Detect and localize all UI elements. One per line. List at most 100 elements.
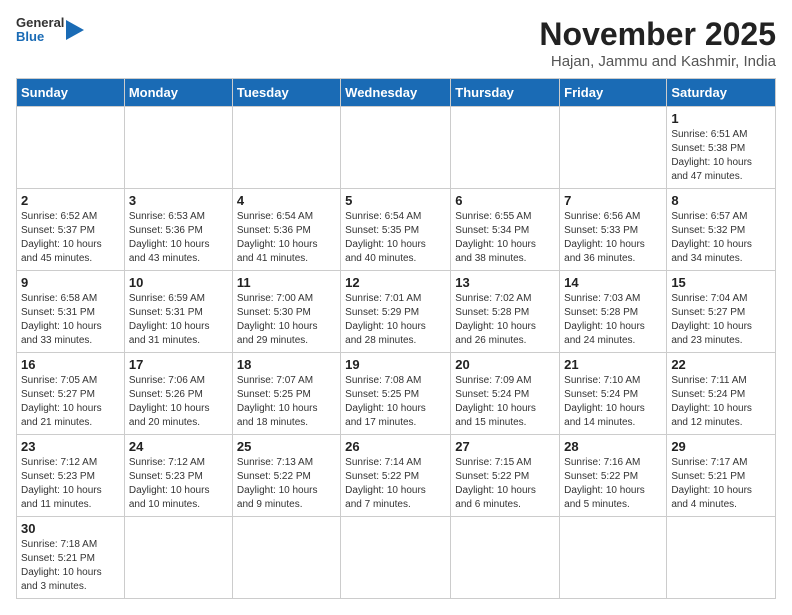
- day-info: Sunrise: 6:55 AMSunset: 5:34 PMDaylight:…: [455, 210, 555, 266]
- day-number: 8: [671, 193, 771, 208]
- calendar-cell: [341, 107, 451, 189]
- calendar-cell: [17, 107, 125, 189]
- day-number: 30: [21, 521, 120, 536]
- day-info: Sunrise: 7:00 AMSunset: 5:30 PMDaylight:…: [237, 292, 336, 348]
- calendar-week-row: 23 Sunrise: 7:12 AMSunset: 5:23 PMDayligh…: [17, 435, 776, 517]
- day-info: Sunrise: 7:09 AMSunset: 5:24 PMDaylight:…: [455, 374, 555, 430]
- calendar-cell: [124, 517, 232, 599]
- day-info: Sunrise: 7:02 AMSunset: 5:28 PMDaylight:…: [455, 292, 555, 348]
- calendar-cell: 2 Sunrise: 6:52 AMSunset: 5:37 PMDaylight…: [17, 189, 125, 271]
- day-number: 23: [21, 439, 120, 454]
- col-header-sunday: Sunday: [17, 79, 125, 107]
- calendar-subtitle: Hajan, Jammu and Kashmir, India: [539, 53, 776, 70]
- calendar-cell: [232, 107, 340, 189]
- calendar-cell: 11 Sunrise: 7:00 AMSunset: 5:30 PMDayligh…: [232, 271, 340, 353]
- day-info: Sunrise: 6:54 AMSunset: 5:35 PMDaylight:…: [345, 210, 446, 266]
- calendar-cell: 8 Sunrise: 6:57 AMSunset: 5:32 PMDaylight…: [667, 189, 776, 271]
- day-info: Sunrise: 7:06 AMSunset: 5:26 PMDaylight:…: [129, 374, 228, 430]
- calendar-cell: 22Sunrise: 7:11 AMSunset: 5:24 PMDayligh…: [667, 353, 776, 435]
- calendar-title: November 2025: [539, 16, 776, 53]
- calendar-cell: 26Sunrise: 7:14 AMSunset: 5:22 PMDayligh…: [341, 435, 451, 517]
- calendar-cell: 25Sunrise: 7:13 AMSunset: 5:22 PMDayligh…: [232, 435, 340, 517]
- calendar-week-row: 16Sunrise: 7:05 AMSunset: 5:27 PMDayligh…: [17, 353, 776, 435]
- day-number: 17: [129, 357, 228, 372]
- day-info: Sunrise: 7:18 AMSunset: 5:21 PMDaylight:…: [21, 538, 120, 594]
- day-number: 7: [564, 193, 662, 208]
- day-info: Sunrise: 7:05 AMSunset: 5:27 PMDaylight:…: [21, 374, 120, 430]
- day-info: Sunrise: 7:12 AMSunset: 5:23 PMDaylight:…: [21, 456, 120, 512]
- day-number: 12: [345, 275, 446, 290]
- calendar-week-row: 9 Sunrise: 6:58 AMSunset: 5:31 PMDaylight…: [17, 271, 776, 353]
- day-info: Sunrise: 7:08 AMSunset: 5:25 PMDaylight:…: [345, 374, 446, 430]
- day-number: 18: [237, 357, 336, 372]
- col-header-friday: Friday: [560, 79, 667, 107]
- col-header-wednesday: Wednesday: [341, 79, 451, 107]
- col-header-monday: Monday: [124, 79, 232, 107]
- day-info: Sunrise: 6:51 AMSunset: 5:38 PMDaylight:…: [671, 128, 771, 184]
- calendar-cell: 27Sunrise: 7:15 AMSunset: 5:22 PMDayligh…: [451, 435, 560, 517]
- calendar-cell: 16Sunrise: 7:05 AMSunset: 5:27 PMDayligh…: [17, 353, 125, 435]
- col-header-thursday: Thursday: [451, 79, 560, 107]
- day-info: Sunrise: 6:57 AMSunset: 5:32 PMDaylight:…: [671, 210, 771, 266]
- day-number: 24: [129, 439, 228, 454]
- calendar-cell: 23 Sunrise: 7:12 AMSunset: 5:23 PMDayligh…: [17, 435, 125, 517]
- day-number: 10: [129, 275, 228, 290]
- day-info: Sunrise: 7:03 AMSunset: 5:28 PMDaylight:…: [564, 292, 662, 348]
- calendar-cell: 1 Sunrise: 6:51 AMSunset: 5:38 PMDaylight…: [667, 107, 776, 189]
- day-info: Sunrise: 6:59 AMSunset: 5:31 PMDaylight:…: [129, 292, 228, 348]
- calendar-cell: 17 Sunrise: 7:06 AMSunset: 5:26 PMDayligh…: [124, 353, 232, 435]
- calendar-cell: [560, 517, 667, 599]
- day-info: Sunrise: 6:56 AMSunset: 5:33 PMDaylight:…: [564, 210, 662, 266]
- col-header-tuesday: Tuesday: [232, 79, 340, 107]
- day-info: Sunrise: 6:54 AMSunset: 5:36 PMDaylight:…: [237, 210, 336, 266]
- day-number: 19: [345, 357, 446, 372]
- day-number: 11: [237, 275, 336, 290]
- calendar-cell: [124, 107, 232, 189]
- calendar-cell: [341, 517, 451, 599]
- calendar-cell: [451, 517, 560, 599]
- day-number: 20: [455, 357, 555, 372]
- calendar-cell: 9 Sunrise: 6:58 AMSunset: 5:31 PMDaylight…: [17, 271, 125, 353]
- day-info: Sunrise: 7:07 AMSunset: 5:25 PMDaylight:…: [237, 374, 336, 430]
- calendar-cell: 14 Sunrise: 7:03 AMSunset: 5:28 PMDayligh…: [560, 271, 667, 353]
- day-number: 2: [21, 193, 120, 208]
- day-number: 14: [564, 275, 662, 290]
- logo: General Blue: [16, 16, 84, 45]
- day-info: Sunrise: 6:53 AMSunset: 5:36 PMDaylight:…: [129, 210, 228, 266]
- calendar-cell: [232, 517, 340, 599]
- calendar-week-row: 30 Sunrise: 7:18 AMSunset: 5:21 PMDayligh…: [17, 517, 776, 599]
- day-number: 26: [345, 439, 446, 454]
- calendar-cell: 10 Sunrise: 6:59 AMSunset: 5:31 PMDayligh…: [124, 271, 232, 353]
- calendar-cell: [667, 517, 776, 599]
- day-number: 25: [237, 439, 336, 454]
- calendar-cell: 15Sunrise: 7:04 AMSunset: 5:27 PMDayligh…: [667, 271, 776, 353]
- calendar-header-row: Sunday Monday Tuesday Wednesday Thursday…: [17, 79, 776, 107]
- calendar-cell: [560, 107, 667, 189]
- day-info: Sunrise: 6:52 AMSunset: 5:37 PMDaylight:…: [21, 210, 120, 266]
- calendar-cell: 19 Sunrise: 7:08 AMSunset: 5:25 PMDayligh…: [341, 353, 451, 435]
- day-number: 13: [455, 275, 555, 290]
- day-number: 4: [237, 193, 336, 208]
- calendar-cell: 30 Sunrise: 7:18 AMSunset: 5:21 PMDayligh…: [17, 517, 125, 599]
- calendar-cell: 4 Sunrise: 6:54 AMSunset: 5:36 PMDaylight…: [232, 189, 340, 271]
- calendar-cell: 29Sunrise: 7:17 AMSunset: 5:21 PMDayligh…: [667, 435, 776, 517]
- day-number: 6: [455, 193, 555, 208]
- day-info: Sunrise: 6:58 AMSunset: 5:31 PMDaylight:…: [21, 292, 120, 348]
- day-number: 21: [564, 357, 662, 372]
- day-number: 27: [455, 439, 555, 454]
- page-header: General Blue November 2025 Hajan, Jammu …: [16, 16, 776, 70]
- calendar-cell: 21Sunrise: 7:10 AMSunset: 5:24 PMDayligh…: [560, 353, 667, 435]
- logo-triangle-icon: [66, 17, 84, 43]
- calendar-week-row: 1 Sunrise: 6:51 AMSunset: 5:38 PMDaylight…: [17, 107, 776, 189]
- day-info: Sunrise: 7:16 AMSunset: 5:22 PMDaylight:…: [564, 456, 662, 512]
- calendar-cell: 12Sunrise: 7:01 AMSunset: 5:29 PMDayligh…: [341, 271, 451, 353]
- day-number: 28: [564, 439, 662, 454]
- day-number: 9: [21, 275, 120, 290]
- title-area: November 2025 Hajan, Jammu and Kashmir, …: [539, 16, 776, 70]
- calendar-cell: 5 Sunrise: 6:54 AMSunset: 5:35 PMDaylight…: [341, 189, 451, 271]
- day-number: 5: [345, 193, 446, 208]
- calendar-cell: 7 Sunrise: 6:56 AMSunset: 5:33 PMDaylight…: [560, 189, 667, 271]
- day-number: 1: [671, 111, 771, 126]
- day-info: Sunrise: 7:11 AMSunset: 5:24 PMDaylight:…: [671, 374, 771, 430]
- day-info: Sunrise: 7:17 AMSunset: 5:21 PMDaylight:…: [671, 456, 771, 512]
